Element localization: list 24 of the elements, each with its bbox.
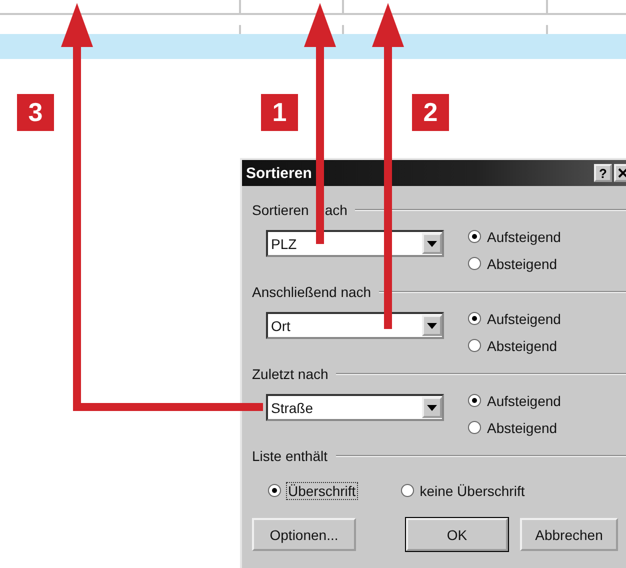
- sort-order-radio[interactable]: Absteigend: [468, 335, 561, 356]
- sort-field-dropdown[interactable]: PLZ: [266, 230, 444, 257]
- step-number-badge: 1: [261, 94, 298, 131]
- sort-field-dropdown[interactable]: Ort: [266, 312, 444, 339]
- header-radio[interactable]: Überschrift: [268, 480, 357, 501]
- sort-order-radio[interactable]: Aufsteigend: [468, 308, 561, 329]
- group-label: ach: [324, 202, 348, 218]
- step-number-badge: 3: [17, 94, 54, 131]
- group-label: Zuletzt nach: [252, 366, 328, 382]
- dialog-button[interactable]: Abbrechen: [520, 518, 618, 551]
- dialog-title: Sortieren: [246, 164, 313, 182]
- dialog-button[interactable]: OK: [406, 518, 508, 551]
- dialog-button[interactable]: Optionen...: [252, 518, 356, 551]
- group-label: Liste enthält: [252, 448, 328, 464]
- sort-order-radio[interactable]: Aufsteigend: [468, 390, 561, 411]
- group-label: Sortieren: [252, 202, 309, 218]
- group-label: Anschließend nach: [252, 284, 372, 300]
- sort-order-radio[interactable]: Absteigend: [468, 253, 561, 274]
- help-button[interactable]: ?: [594, 164, 612, 182]
- header-radio[interactable]: keine Überschrift: [400, 480, 525, 501]
- sort-order-radio[interactable]: Absteigend: [468, 417, 561, 438]
- sort-field-dropdown[interactable]: Straße: [266, 394, 444, 421]
- sort-order-radio[interactable]: Aufsteigend: [468, 226, 561, 247]
- step-number-badge: 2: [412, 94, 449, 131]
